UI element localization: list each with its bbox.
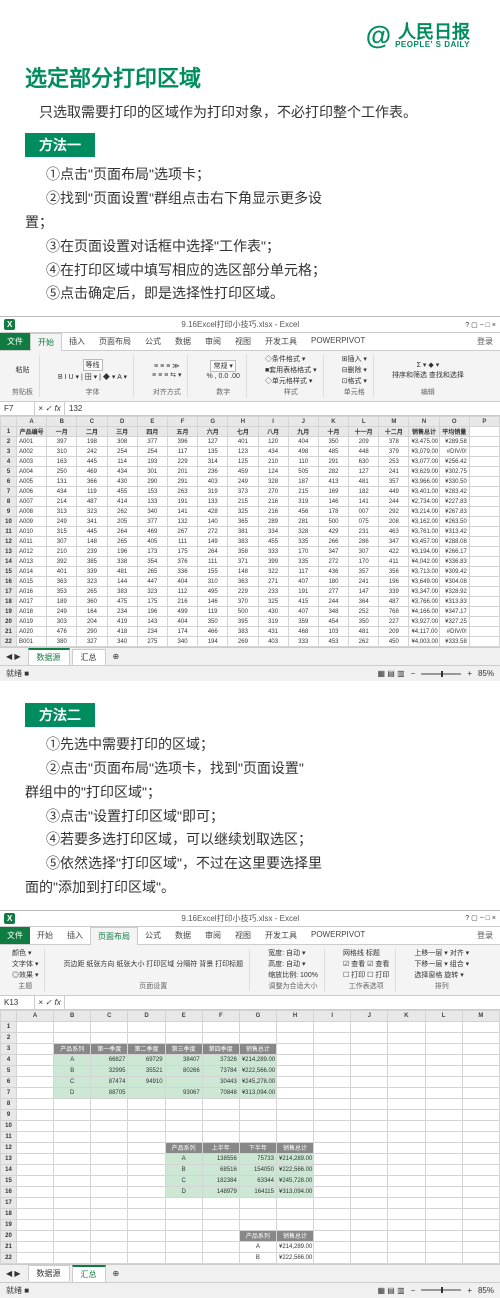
tab-data[interactable]: 数据 bbox=[168, 333, 198, 350]
ribbon-cells[interactable]: ⊞插入 ▾⊟删除 ▾⊡格式 ▾单元格 bbox=[336, 355, 374, 397]
status-ready: 就绪 bbox=[6, 1286, 22, 1295]
formula-input[interactable] bbox=[65, 996, 500, 1009]
ribbon-page-setup[interactable]: 页边距 纸张方向 纸张大小 打印区域 分隔符 背景 打印标题页面设置 bbox=[57, 949, 250, 991]
tab-view[interactable]: 视图 bbox=[228, 333, 258, 350]
ribbon-number[interactable]: 常规 ▾% , 0.0 .00数字 bbox=[200, 355, 246, 397]
tab-developer[interactable]: 开发工具 bbox=[258, 927, 304, 944]
page-title: 选定部分打印区域 bbox=[0, 61, 500, 101]
tab-home[interactable]: 开始 bbox=[30, 333, 62, 351]
tab-review[interactable]: 审阅 bbox=[198, 927, 228, 944]
login-link[interactable]: 登录 bbox=[470, 927, 500, 944]
sheet-tab-active[interactable]: 汇总 bbox=[72, 1265, 106, 1282]
fx-label[interactable]: × ✓ fx bbox=[35, 402, 65, 415]
ribbon-scale[interactable]: 宽度: 自动 ▾高度: 自动 ▾缩放比例: 100%调整为合适大小 bbox=[262, 949, 325, 991]
tab-review[interactable]: 审阅 bbox=[198, 333, 228, 350]
sheet-tab-active[interactable]: 数据源 bbox=[28, 648, 70, 665]
ribbon-arrange[interactable]: 上移一层 ▾ 对齐 ▾下移一层 ▾ 组合 ▾选择窗格 旋转 ▾排列 bbox=[408, 949, 475, 991]
excel-screenshot-1: X 9.16Excel打印小技巧.xlsx - Excel ? ▢ − □ × … bbox=[0, 316, 500, 681]
file-tab[interactable]: 文件 bbox=[0, 333, 30, 350]
method1-steps: ①点击"页面布局"选项卡； ②找到"页面设置"群组点击右下角显示更多设 置； ③… bbox=[0, 157, 500, 316]
zoom-slider[interactable] bbox=[421, 1289, 461, 1291]
namebox[interactable]: K13 bbox=[0, 996, 35, 1009]
tab-formulas[interactable]: 公式 bbox=[138, 333, 168, 350]
sheet-tab-other[interactable]: 数据源 bbox=[28, 1265, 70, 1281]
worksheet-grid-2[interactable]: ABCDEFGHIJKLM123产品系列第一季度第二季度第三季度第四季度销售总计… bbox=[0, 1010, 500, 1264]
excel-icon: X bbox=[4, 913, 15, 924]
zoom-level: 85% bbox=[478, 669, 494, 678]
ribbon-editing[interactable]: Σ ▾ ◆ ▾排序和筛选 查找和选择编辑 bbox=[386, 355, 470, 397]
ribbon-styles[interactable]: ◇条件格式 ▾■套用表格格式 ▾◇单元格样式 ▾样式 bbox=[259, 355, 324, 397]
method2-steps: ①先选中需要打印的区域； ②点击"页面布局"选项卡，找到"页面设置" 群组中的"… bbox=[0, 727, 500, 910]
login-link[interactable]: 登录 bbox=[470, 333, 500, 350]
window-title: 9.16Excel打印小技巧.xlsx - Excel bbox=[21, 913, 459, 924]
add-sheet-icon[interactable]: ⊕ bbox=[107, 652, 126, 661]
view-icons[interactable]: ▦ ▤ ▥ bbox=[378, 1286, 405, 1295]
tab-formulas[interactable]: 公式 bbox=[138, 927, 168, 944]
logo-at-symbol: @ bbox=[366, 20, 391, 51]
logo-subtitle: PEOPLE' S DAILY bbox=[395, 41, 470, 49]
zoom-slider[interactable] bbox=[421, 673, 461, 675]
window-title: 9.16Excel打印小技巧.xlsx - Excel bbox=[21, 319, 459, 330]
ribbon-font[interactable]: 等线B I U ▾ | 田 ▾ | ◆ ▾ A ▾字体 bbox=[52, 355, 134, 397]
fx-label[interactable]: × ✓ fx bbox=[35, 996, 65, 1009]
add-sheet-icon[interactable]: ⊕ bbox=[107, 1269, 126, 1278]
view-icons[interactable]: ▦ ▤ ▥ bbox=[378, 669, 405, 678]
tab-insert[interactable]: 插入 bbox=[60, 927, 90, 944]
method2-label: 方法二 bbox=[25, 703, 95, 727]
tab-powerpivot[interactable]: POWERPIVOT bbox=[304, 927, 372, 944]
window-controls[interactable]: ? ▢ − □ × bbox=[465, 914, 496, 922]
status-ready: 就绪 bbox=[6, 669, 22, 678]
tab-view[interactable]: 视图 bbox=[228, 927, 258, 944]
ribbon-clipboard[interactable]: 粘贴剪贴板 bbox=[6, 355, 40, 397]
logo-name: 人民日报 bbox=[395, 23, 470, 41]
excel-screenshot-2: X 9.16Excel打印小技巧.xlsx - Excel ? ▢ − □ × … bbox=[0, 910, 500, 1298]
tab-home[interactable]: 开始 bbox=[30, 927, 60, 944]
formula-input[interactable]: 132 bbox=[65, 402, 500, 415]
ribbon-sheet-options[interactable]: 网格线 标题☑ 查看 ☑ 查看☐ 打印 ☐ 打印工作表选项 bbox=[337, 949, 396, 991]
tab-page-layout[interactable]: 页面布局 bbox=[92, 333, 138, 350]
ribbon-themes[interactable]: 颜色 ▾文字体 ▾◎效果 ▾主题 bbox=[6, 949, 45, 991]
namebox[interactable]: F7 bbox=[0, 402, 35, 415]
ribbon-alignment[interactable]: ≡ ≡ ≡ ≫≡ ≡ ≡ ⇆ ▾对齐方式 bbox=[146, 355, 188, 397]
intro-text: 只选取需要打印的区域作为打印对象，不必打印整个工作表。 bbox=[0, 101, 500, 133]
tab-developer[interactable]: 开发工具 bbox=[258, 333, 304, 350]
zoom-level: 85% bbox=[478, 1286, 494, 1295]
file-tab[interactable]: 文件 bbox=[0, 927, 30, 944]
excel-icon: X bbox=[4, 319, 15, 330]
sheet-tab-other[interactable]: 汇总 bbox=[72, 649, 106, 665]
method1-label: 方法一 bbox=[25, 133, 95, 157]
window-controls[interactable]: ? ▢ − □ × bbox=[465, 321, 496, 329]
tab-page-layout[interactable]: 页面布局 bbox=[90, 927, 138, 945]
tab-powerpivot[interactable]: POWERPIVOT bbox=[304, 333, 372, 350]
brand-logo: @ 人民日报 PEOPLE' S DAILY bbox=[0, 0, 500, 61]
worksheet-grid[interactable]: ABCDEFGHIJKLMNOP1产品编号一月二月三月四月五月六月七月八月九月十… bbox=[0, 416, 500, 647]
tab-data[interactable]: 数据 bbox=[168, 927, 198, 944]
tab-insert[interactable]: 插入 bbox=[62, 333, 92, 350]
